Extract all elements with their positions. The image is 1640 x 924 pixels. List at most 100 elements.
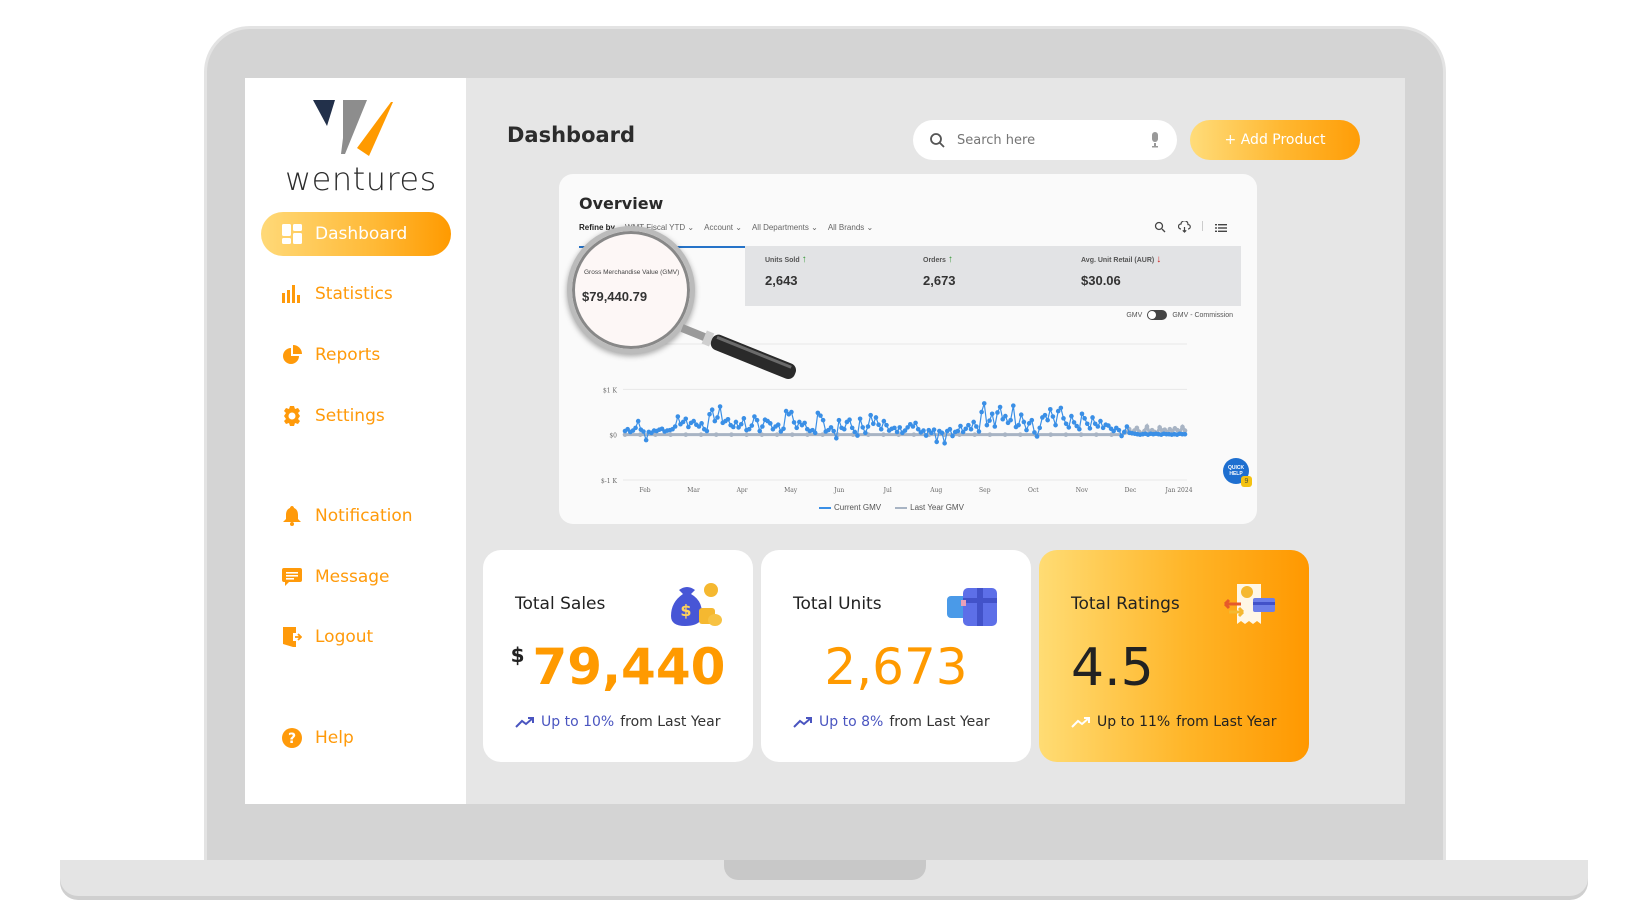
current-gmv-point[interactable] <box>860 425 866 430</box>
search-bar[interactable] <box>913 120 1177 160</box>
current-gmv-point[interactable] <box>1058 405 1064 411</box>
current-gmv-point[interactable] <box>1079 411 1085 417</box>
current-gmv-point[interactable] <box>1029 417 1035 423</box>
metric-orders[interactable]: Orders ↑ 2,673 <box>923 254 956 288</box>
current-gmv-point[interactable] <box>633 425 638 431</box>
current-gmv-point[interactable] <box>881 418 887 424</box>
filter-departments-dropdown[interactable]: All Departments ⌄ <box>752 223 818 232</box>
current-gmv-point[interactable] <box>731 424 736 430</box>
search-icon[interactable] <box>1154 220 1166 233</box>
current-gmv-point[interactable] <box>1124 424 1130 429</box>
last-year-gmv-point[interactable] <box>729 432 734 437</box>
current-gmv-point[interactable] <box>1116 427 1122 433</box>
last-year-gmv-point[interactable] <box>1002 432 1008 437</box>
current-gmv-point[interactable] <box>1021 419 1027 425</box>
current-gmv-point[interactable] <box>884 422 889 428</box>
total-sales-card[interactable]: Total Sales $ $79,440 Up to 10% from Las… <box>483 550 753 762</box>
current-gmv-point[interactable] <box>683 416 689 422</box>
current-gmv-point[interactable] <box>738 421 744 427</box>
metric-units-sold[interactable]: Units Sold ↑ 2,643 <box>765 254 807 288</box>
current-gmv-point[interactable] <box>818 413 823 418</box>
last-year-gmv-point[interactable] <box>774 432 780 437</box>
current-gmv-point[interactable] <box>1045 417 1050 423</box>
current-gmv-point[interactable] <box>717 404 723 409</box>
current-gmv-point[interactable] <box>934 439 939 445</box>
last-year-gmv-point[interactable] <box>972 432 977 437</box>
current-gmv-point[interactable] <box>754 417 760 423</box>
sidebar-item-statistics[interactable]: Statistics <box>261 272 451 316</box>
current-gmv-point[interactable] <box>794 425 799 431</box>
sidebar-item-settings[interactable]: Settings <box>261 394 451 438</box>
current-gmv-point[interactable] <box>831 428 836 434</box>
metric-aur[interactable]: Avg. Unit Retail (AUR) ↓ $30.06 <box>1081 254 1161 288</box>
current-gmv-point[interactable] <box>789 409 794 415</box>
total-ratings-card[interactable]: Total Ratings 4.5 Up to 11% from Last Ye… <box>1039 550 1309 762</box>
current-gmv-point[interactable] <box>865 424 871 429</box>
last-year-gmv-point[interactable] <box>1048 432 1054 437</box>
current-gmv-point[interactable] <box>968 426 974 432</box>
current-gmv-point[interactable] <box>976 429 982 434</box>
current-gmv-point[interactable] <box>1016 422 1021 428</box>
last-year-gmv-point[interactable] <box>987 432 993 437</box>
last-year-gmv-point[interactable] <box>713 432 719 437</box>
sidebar-item-reports[interactable]: Reports <box>261 333 451 377</box>
current-gmv-point[interactable] <box>709 407 715 413</box>
current-gmv-point[interactable] <box>997 404 1003 410</box>
current-gmv-point[interactable] <box>715 415 720 420</box>
current-gmv-point[interactable] <box>947 426 953 432</box>
current-gmv-point[interactable] <box>897 425 903 430</box>
legend-item-current[interactable]: Current GMV <box>819 503 881 512</box>
current-gmv-point[interactable] <box>984 422 990 428</box>
current-gmv-point[interactable] <box>775 422 781 427</box>
current-gmv-point[interactable] <box>635 418 641 424</box>
sidebar-item-logout[interactable]: Logout <box>261 615 451 659</box>
current-gmv-point[interactable] <box>760 424 765 429</box>
current-gmv-point[interactable] <box>1090 415 1095 420</box>
current-gmv-point[interactable] <box>1003 413 1008 419</box>
current-gmv-point[interactable] <box>1077 426 1082 432</box>
current-gmv-point[interactable] <box>871 421 876 427</box>
current-gmv-point[interactable] <box>878 426 884 432</box>
total-units-card[interactable]: Total Units 2,673 Up to 8% from Last Yea… <box>761 550 1031 762</box>
current-gmv-point[interactable] <box>1082 416 1087 421</box>
current-gmv-point[interactable] <box>987 418 992 423</box>
current-gmv-point[interactable] <box>1047 406 1053 412</box>
sidebar-item-dashboard[interactable]: Dashboard <box>261 212 451 256</box>
current-gmv-point[interactable] <box>704 428 710 434</box>
current-gmv-point[interactable] <box>834 435 839 441</box>
current-gmv-point[interactable] <box>757 428 763 434</box>
current-gmv-point[interactable] <box>942 440 947 446</box>
current-gmv-point[interactable] <box>1008 417 1013 423</box>
current-gmv-point[interactable] <box>1069 413 1074 419</box>
current-gmv-point[interactable] <box>1119 433 1124 439</box>
current-gmv-point[interactable] <box>1061 416 1066 421</box>
current-gmv-point[interactable] <box>931 427 937 432</box>
current-gmv-point[interactable] <box>863 430 868 436</box>
current-gmv-point[interactable] <box>1050 414 1056 419</box>
current-gmv-point[interactable] <box>1182 431 1188 437</box>
sidebar-item-notification[interactable]: Notification <box>261 494 451 538</box>
current-gmv-point[interactable] <box>802 420 807 426</box>
current-gmv-point[interactable] <box>974 424 979 429</box>
last-year-gmv-point[interactable] <box>683 432 689 437</box>
sidebar-item-message[interactable]: Message <box>261 555 451 599</box>
last-year-gmv-point[interactable] <box>744 432 749 437</box>
microphone-icon[interactable] <box>1149 132 1161 148</box>
search-input[interactable] <box>957 132 1149 148</box>
current-gmv-point[interactable] <box>791 420 797 425</box>
current-gmv-point[interactable] <box>892 425 897 431</box>
current-gmv-point[interactable] <box>995 410 1000 415</box>
filter-account-dropdown[interactable]: Account ⌄ <box>704 223 742 232</box>
current-gmv-point[interactable] <box>913 420 918 426</box>
current-gmv-point[interactable] <box>873 415 879 420</box>
current-gmv-point[interactable] <box>781 426 786 432</box>
last-year-gmv-point[interactable] <box>698 432 704 437</box>
current-gmv-point[interactable] <box>1084 421 1090 427</box>
last-year-gmv-point[interactable] <box>1078 432 1084 437</box>
current-gmv-point[interactable] <box>849 425 855 431</box>
current-gmv-point[interactable] <box>971 419 976 425</box>
current-gmv-point[interactable] <box>1042 412 1048 418</box>
current-gmv-point[interactable] <box>820 417 826 423</box>
current-gmv-point[interactable] <box>857 416 863 422</box>
add-product-button[interactable]: + Add Product <box>1190 120 1360 160</box>
